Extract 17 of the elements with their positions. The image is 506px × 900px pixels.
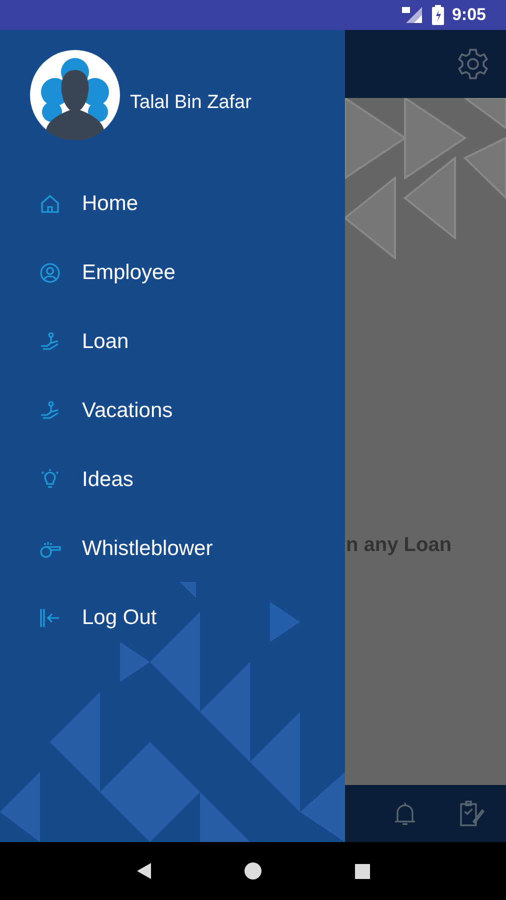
menu-item[interactable]: Loan xyxy=(0,307,345,376)
menu-item[interactable]: Vacations xyxy=(0,376,345,445)
battery-icon xyxy=(432,5,444,25)
signal-icon xyxy=(402,6,424,24)
avatar-icon xyxy=(30,50,120,140)
menu-item[interactable]: Log Out xyxy=(0,583,345,652)
recents-icon[interactable] xyxy=(354,864,370,878)
person-icon xyxy=(38,260,62,284)
menu-item[interactable]: Whistleblower xyxy=(0,514,345,583)
settings-icon[interactable] xyxy=(456,47,490,81)
back-icon[interactable] xyxy=(136,862,152,880)
user-name: Talal Bin Zafar xyxy=(130,92,252,114)
menu-item[interactable]: Employee xyxy=(0,238,345,307)
menu-item[interactable]: Ideas xyxy=(0,445,345,514)
status-time: 9:05 xyxy=(452,5,486,25)
menu-item[interactable]: Home xyxy=(0,169,345,238)
home-button-icon[interactable] xyxy=(244,862,262,880)
